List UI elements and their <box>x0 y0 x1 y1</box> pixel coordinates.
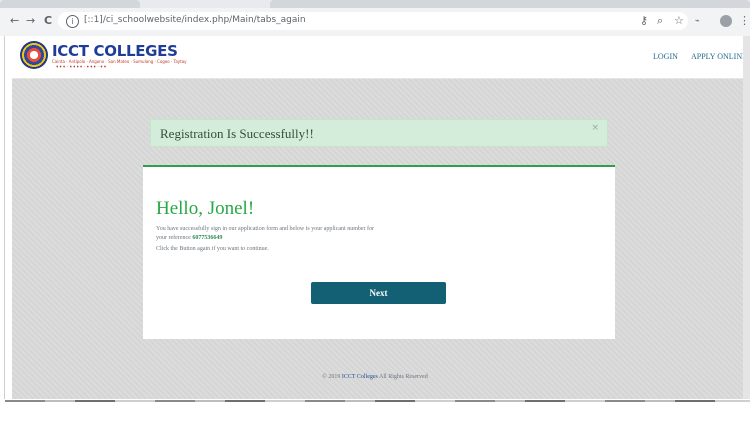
site-info-icon[interactable]: i <box>66 15 79 28</box>
greeting-heading: Hello, Jonel! <box>156 198 255 219</box>
star-icon[interactable]: ☆ <box>674 14 684 28</box>
school-seal-icon[interactable] <box>20 41 48 69</box>
footer-rights: All Rights Reserved <box>377 374 428 380</box>
browser-tab[interactable] <box>0 0 140 8</box>
page-footer: © 2019 ICCT Colleges All Rights Reserved <box>0 374 750 380</box>
menu-kebab-icon[interactable]: ⋮ <box>739 14 750 28</box>
extension-icon[interactable]: ⌁ <box>695 14 700 28</box>
reload-icon[interactable]: C <box>44 14 52 28</box>
address-bar[interactable]: i [::1]/ci_schoolwebsite/index.php/Main/… <box>58 12 688 30</box>
applicant-reference-number: 6077536649 <box>192 235 223 241</box>
apply-online-link[interactable]: APPLY ONLINE <box>691 52 747 61</box>
screenshot-left-margin <box>0 36 12 401</box>
success-alert: Registration Is Successfully!! × <box>150 119 608 147</box>
key-icon[interactable]: ⚷ <box>640 14 648 28</box>
screenshot-left-border <box>4 36 5 401</box>
footer-copyright: © 2019 <box>322 374 342 380</box>
browser-tab[interactable] <box>270 0 750 8</box>
confirmation-card: Hello, Jonel! You have successfully sign… <box>143 165 615 339</box>
tab-strip <box>0 0 750 8</box>
login-link[interactable]: LOGIN <box>653 52 678 61</box>
confirmation-text-line2: your reference 6077536649 <box>156 235 222 241</box>
zoom-icon[interactable]: ⌕ <box>657 14 663 28</box>
confirmation-text-line3: Click the Button again if you want to co… <box>156 246 269 252</box>
screenshot-bottom-margin <box>0 399 750 422</box>
profile-avatar-icon[interactable] <box>720 15 732 27</box>
reference-label: your reference <box>156 235 193 241</box>
confirmation-text-line1: You have successfully sign in our applic… <box>156 226 375 232</box>
browser-chrome: ← → C i [::1]/ci_schoolwebsite/index.php… <box>0 0 750 37</box>
back-icon[interactable]: ← <box>10 14 19 28</box>
alert-message: Registration Is Successfully!! <box>160 126 314 141</box>
close-icon[interactable]: × <box>591 123 599 133</box>
logo-phone: ♦♦♦·♦♦♦♦·♦♦♦·♦♦ <box>56 64 108 69</box>
footer-brand-link[interactable]: ICCT Colleges <box>342 374 378 380</box>
site-header: ICCT COLLEGES Cainta · Antipolo · Angono… <box>12 36 750 79</box>
screenshot-right-margin <box>743 36 750 402</box>
next-button[interactable]: Next <box>311 282 446 304</box>
forward-icon[interactable]: → <box>26 14 35 28</box>
logo-text[interactable]: ICCT COLLEGES <box>52 42 178 60</box>
address-url[interactable]: [::1]/ci_schoolwebsite/index.php/Main/ta… <box>84 15 306 25</box>
screenshot-bottom-border <box>5 400 750 402</box>
